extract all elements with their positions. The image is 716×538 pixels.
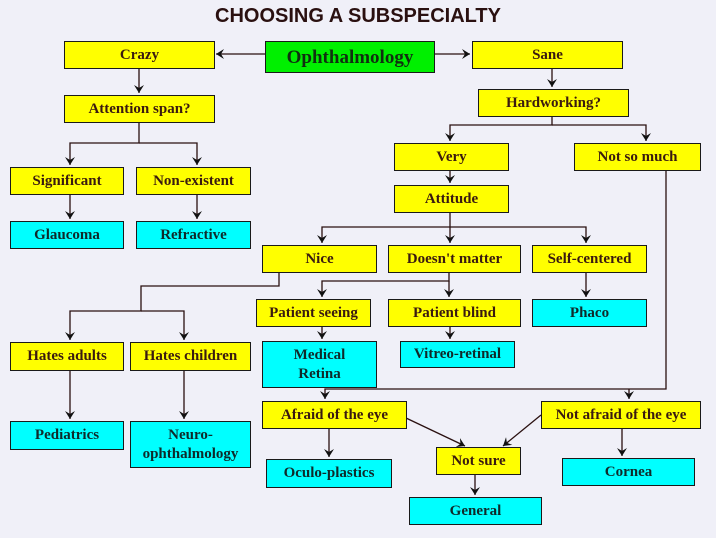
node-attitude: Attitude [394,185,509,213]
edge-notafraid-notsure [502,414,542,447]
node-neuro-ophthalmology: Neuro-​ophthalmology [130,421,251,468]
node-not-so-much: Not so much [574,143,701,171]
edge-nice-hateschildren [141,310,189,340]
edge-attitude-nice [317,212,451,243]
edge-hardworking-notsomuch [552,124,651,141]
node-crazy: Crazy [64,41,215,69]
node-non-existent: Non-existent [136,167,251,195]
edge-attention-split [65,122,140,165]
node-cornea: Cornea [562,458,695,486]
node-hardworking: Hardworking? [478,89,629,117]
node-medical-retina: Medical Retina [262,341,377,388]
node-phaco: Phaco [532,299,647,327]
edge-attention-nonexistent [139,142,202,165]
node-doesnt-matter: Doesn't matter [388,245,521,273]
edge-nice-hatesadults [65,272,280,340]
edge-attitude-selfcentered [450,226,591,243]
node-nice: Nice [262,245,377,273]
node-significant: Significant [10,167,124,195]
node-refractive: Refractive [136,221,251,249]
node-vitreo-retinal: Vitreo-retinal [400,341,515,368]
node-patient-blind: Patient blind [388,299,521,327]
edge-afraid-notsure [405,417,466,448]
node-pediatrics: Pediatrics [10,421,124,450]
edge-doesntmatter-seeing [317,272,450,297]
node-ophthalmology: Ophthalmology [265,41,435,73]
node-self-centered: Self-centered [532,245,647,273]
neuro-label: Neuro-​ophthalmology [142,426,239,462]
node-hates-adults: Hates adults [10,342,124,371]
node-attention-span: Attention span? [64,95,215,123]
node-patient-seeing: Patient seeing [256,299,371,327]
node-not-afraid-of-eye: Not afraid of the eye [541,401,701,429]
node-sane: Sane [472,41,623,69]
node-oculo-plastics: Oculo-plastics [266,459,392,488]
node-glaucoma: Glaucoma [10,221,124,249]
node-very: Very [394,143,509,171]
node-hates-children: Hates children [130,342,251,371]
node-not-sure: Not sure [436,447,521,475]
edge-hardworking-very [445,116,553,141]
node-general: General [409,497,542,525]
node-afraid-of-eye: Afraid of the eye [262,401,407,429]
